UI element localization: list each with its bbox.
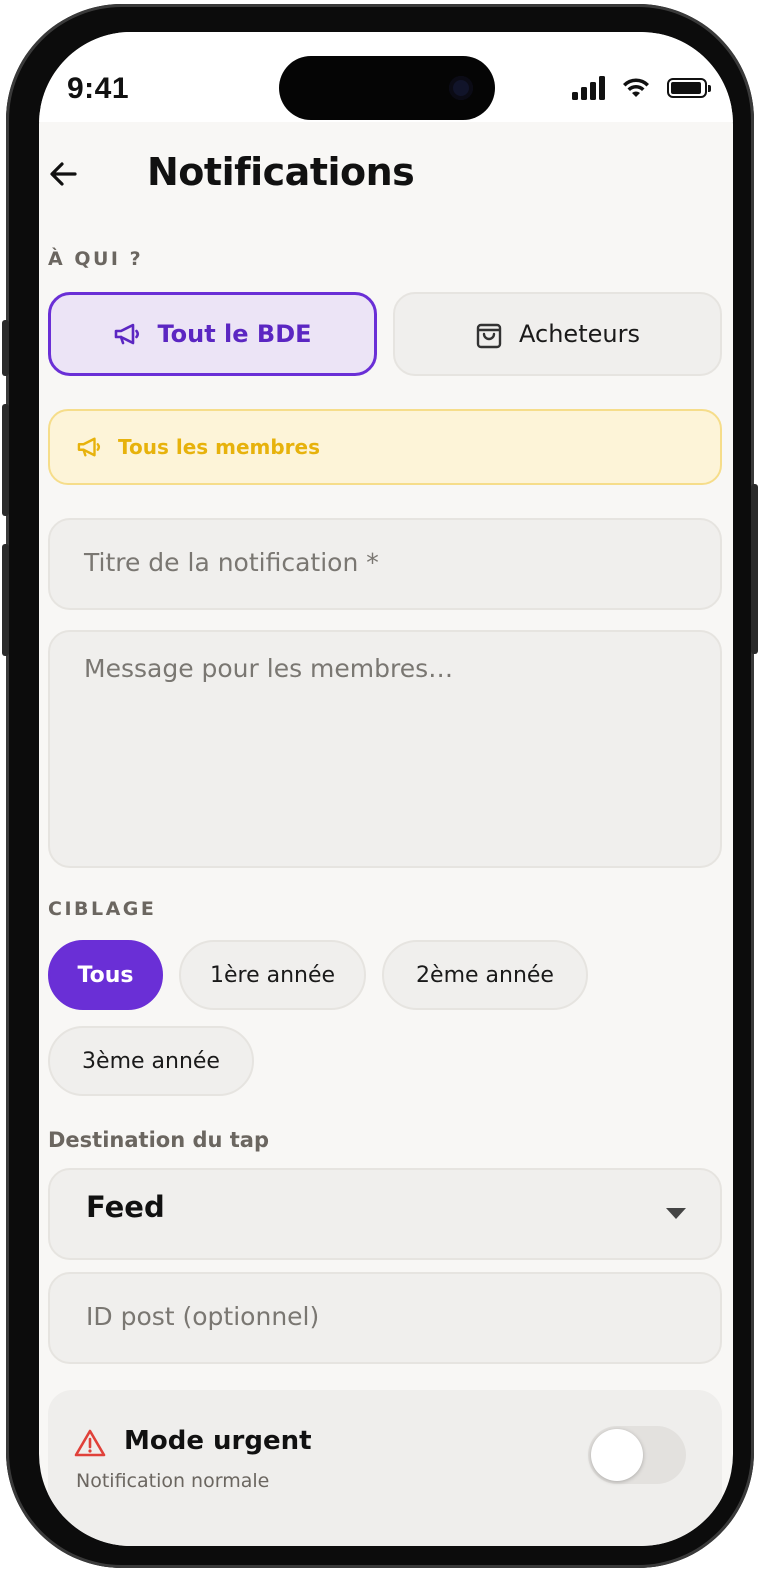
urgent-mode-title: Mode urgent xyxy=(124,1426,312,1456)
dynamic-island xyxy=(279,56,495,120)
target-chip-all[interactable]: Tous xyxy=(48,940,163,1010)
battery-icon xyxy=(667,78,711,98)
status-bar: 9:41 xyxy=(39,32,733,122)
chip-label: 3ème année xyxy=(82,1048,220,1074)
audience-option-buyers[interactable]: Acheteurs xyxy=(393,292,722,376)
header: Notifications xyxy=(39,150,733,204)
post-id-placeholder: ID post (optionnel) xyxy=(86,1302,320,1331)
urgent-mode-card: Mode urgent Notification normale xyxy=(48,1390,722,1546)
urgent-mode-toggle[interactable] xyxy=(588,1426,686,1484)
notification-message-textarea[interactable]: Message pour les membres… xyxy=(48,630,722,868)
status-icons xyxy=(572,76,711,100)
wifi-icon xyxy=(623,78,649,97)
screen: 9:41 Notifications À QUI ? Tout le BDE A… xyxy=(39,32,733,1546)
action-button xyxy=(2,320,9,376)
target-chip-year3[interactable]: 3ème année xyxy=(48,1026,254,1096)
audience-label: À QUI ? xyxy=(48,248,144,270)
audience-option-bde[interactable]: Tout le BDE xyxy=(48,292,377,376)
audience-info-banner: Tous les membres xyxy=(48,409,722,485)
banner-text: Tous les membres xyxy=(118,435,321,459)
power-button xyxy=(751,484,758,654)
post-id-input[interactable]: ID post (optionnel) xyxy=(48,1272,722,1364)
chip-label: 1ère année xyxy=(209,962,336,988)
megaphone-icon xyxy=(115,323,140,345)
target-chip-year1[interactable]: 1ère année xyxy=(179,940,366,1010)
status-time: 9:41 xyxy=(67,72,130,105)
target-chip-year2[interactable]: 2ème année xyxy=(382,940,588,1010)
arrow-left-icon[interactable] xyxy=(47,158,79,190)
destination-selected-value: Feed xyxy=(86,1190,165,1224)
audience-option-label: Tout le BDE xyxy=(157,320,312,348)
phone-frame: 9:41 Notifications À QUI ? Tout le BDE A… xyxy=(2,4,758,1568)
audience-option-label: Acheteurs xyxy=(519,320,640,348)
page-title: Notifications xyxy=(147,150,415,194)
notification-title-input[interactable]: Titre de la notification * xyxy=(48,518,722,610)
shopping-bag-icon xyxy=(476,323,502,349)
destination-select[interactable]: Feed xyxy=(48,1168,722,1260)
chip-label: 2ème année xyxy=(416,962,554,988)
signal-icon xyxy=(572,76,605,100)
chip-label: Tous xyxy=(77,962,134,988)
targeting-label: CIBLAGE xyxy=(48,898,157,920)
message-placeholder: Message pour les membres… xyxy=(84,654,454,683)
volume-up-button xyxy=(2,404,9,516)
title-placeholder: Titre de la notification * xyxy=(84,548,379,577)
camera-icon xyxy=(449,76,473,100)
chevron-down-icon xyxy=(666,1208,686,1219)
volume-down-button xyxy=(2,544,9,656)
warning-triangle-icon xyxy=(74,1429,106,1457)
toggle-knob xyxy=(591,1429,643,1481)
megaphone-icon xyxy=(77,437,101,457)
urgent-mode-subtitle: Notification normale xyxy=(76,1470,270,1492)
destination-label: Destination du tap xyxy=(48,1128,269,1152)
